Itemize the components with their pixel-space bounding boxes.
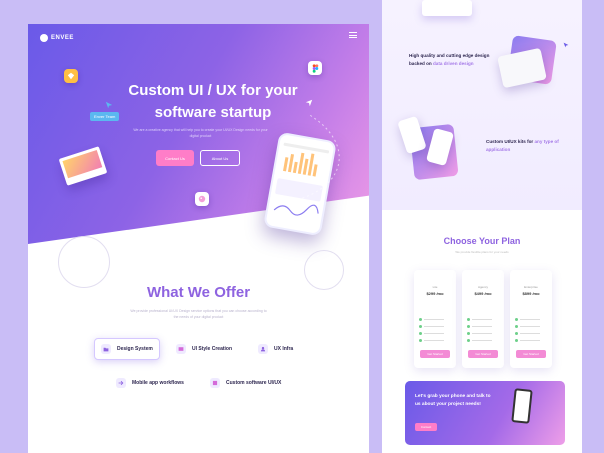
plan-name: Agency xyxy=(477,285,488,289)
plan-feature xyxy=(467,318,499,321)
offer-ux-infra[interactable]: UX Infra xyxy=(252,338,304,360)
plan-name: Enterprise xyxy=(524,285,538,289)
plan-feature xyxy=(515,339,547,342)
plan-button[interactable]: Get Started xyxy=(468,350,498,358)
plan-feature xyxy=(515,332,547,335)
plan-card-enterprise: Enterprise $899 /mo Get Started xyxy=(510,270,552,368)
team-tag: Enver Team xyxy=(90,112,120,121)
offer-label: Design System xyxy=(117,346,153,352)
plan-feature xyxy=(467,332,499,335)
hero-title-line1: Custom UI / UX for your xyxy=(128,82,298,99)
offer-label: UX Infra xyxy=(274,346,294,352)
plan-feature xyxy=(419,325,451,328)
user-icon xyxy=(258,344,268,354)
logo-text: ENVEE xyxy=(51,35,74,41)
palette-icon xyxy=(195,192,209,206)
folder-icon xyxy=(101,344,111,354)
phone-illustration xyxy=(511,388,533,424)
plan-card-lite: Lite $299 /mo Get Started xyxy=(414,270,456,368)
plan-button[interactable]: Get Started xyxy=(420,350,450,358)
secondary-page: High quality and cutting edge design bac… xyxy=(382,0,582,453)
offer-custom-software[interactable]: Custom software UI/UX xyxy=(204,372,314,394)
offer-mobile-workflows[interactable]: Mobile app workflows xyxy=(110,372,198,394)
landing-page: ENVEE Custom UI / UX for your software s… xyxy=(28,24,369,453)
layers-icon xyxy=(210,378,220,388)
contact-button[interactable]: Contact Us xyxy=(156,150,194,166)
logo-mark-icon xyxy=(40,34,48,42)
plan-price: $899 /mo xyxy=(522,291,540,296)
ui-card-illustration xyxy=(422,0,472,16)
menu-icon[interactable] xyxy=(349,32,357,38)
arrow-icon xyxy=(116,378,126,388)
offer-design-system[interactable]: Design System xyxy=(94,338,160,360)
plan-feature xyxy=(419,332,451,335)
brand-logo[interactable]: ENVEE xyxy=(40,34,74,42)
feature-1-highlight: data driven design xyxy=(433,61,474,66)
offer-ui-style[interactable]: UI Style Creation xyxy=(170,338,242,360)
cta-text: Let's grab your phone and talk to us abo… xyxy=(415,394,491,407)
plan-price: $499 /mo xyxy=(474,291,492,296)
plan-name: Lite xyxy=(432,285,438,289)
plan-feature xyxy=(419,318,451,321)
plans-title: Choose Your Plan xyxy=(443,236,521,246)
plan-feature xyxy=(515,325,547,328)
offer-label: Mobile app workflows xyxy=(132,380,184,386)
plan-feature xyxy=(419,339,451,342)
plan-price: $299 /mo xyxy=(426,291,444,296)
hero-subtitle: We are a creative agency that will help … xyxy=(133,128,268,138)
dashed-curve xyxy=(277,113,340,205)
features-section xyxy=(382,0,582,210)
plan-feature xyxy=(515,318,547,321)
plan-card-agency: Agency $499 /mo Get Started xyxy=(462,270,504,368)
cta-button[interactable]: Contact xyxy=(415,423,437,431)
feature-2-text: Custom UI/UX kits for xyxy=(486,139,535,144)
plan-feature xyxy=(467,325,499,328)
sketch-icon xyxy=(64,69,78,83)
figma-icon xyxy=(308,61,322,75)
about-button[interactable]: About Us xyxy=(200,150,240,166)
offer-label: UI Style Creation xyxy=(192,346,233,352)
offer-subtitle: We provide professional UI/UX Design ser… xyxy=(130,309,267,319)
feature-text-1: High quality and cutting edge design bac… xyxy=(409,52,494,68)
plans-subtitle: We provide flexible plans for your needs xyxy=(455,250,509,254)
offer-label: Custom software UI/UX xyxy=(226,380,282,386)
decor-circle xyxy=(58,236,110,288)
image-icon xyxy=(176,344,186,354)
plan-button[interactable]: Get Started xyxy=(516,350,546,358)
offer-title: What We Offer xyxy=(146,284,251,301)
feature-text-2: Custom UI/UX kits for any type of applic… xyxy=(486,138,571,154)
cta-banner: Let's grab your phone and talk to us abo… xyxy=(405,381,565,445)
cursor-icon xyxy=(563,42,569,48)
plan-feature xyxy=(467,339,499,342)
